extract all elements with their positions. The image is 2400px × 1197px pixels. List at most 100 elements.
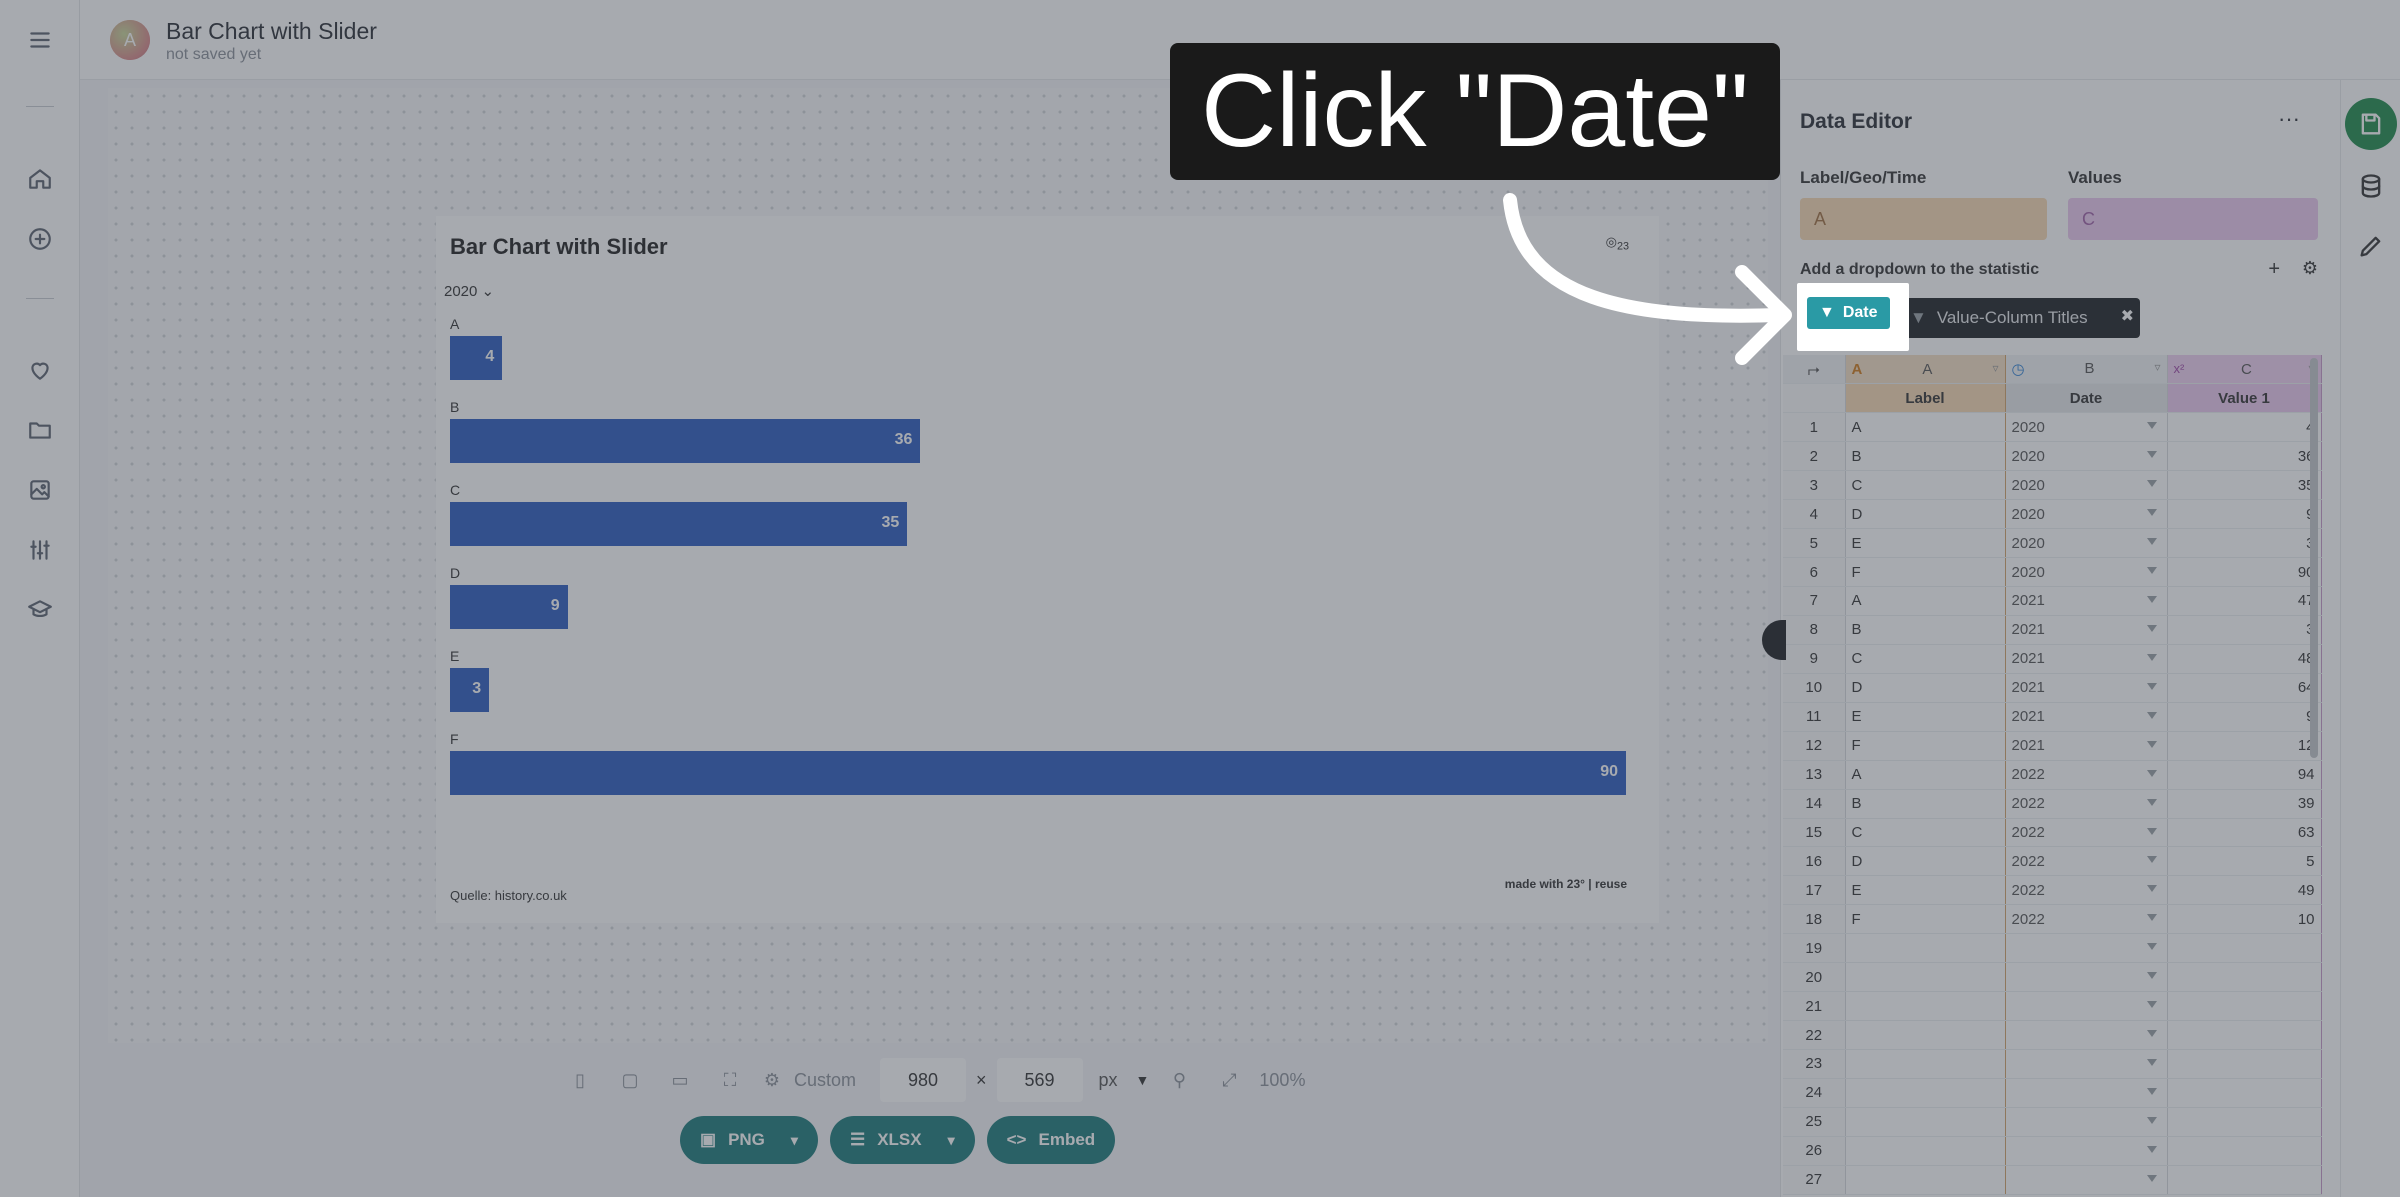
label-cell[interactable]: A: [1845, 760, 2006, 790]
value-cell[interactable]: 64: [2167, 673, 2322, 703]
database-icon[interactable]: [2355, 170, 2387, 202]
date-cell[interactable]: [2005, 933, 2168, 964]
value-cell[interactable]: 94: [2167, 760, 2322, 790]
value-cell[interactable]: 39: [2167, 789, 2322, 819]
value-cell[interactable]: [2167, 1020, 2322, 1050]
folder-icon[interactable]: [24, 414, 56, 446]
column-c-header[interactable]: x²C▿: [2167, 355, 2322, 385]
dropdown-arrow-icon[interactable]: [2146, 1030, 2157, 1038]
date-cell[interactable]: [2005, 1107, 2168, 1137]
document-title[interactable]: Bar Chart with Slider: [166, 18, 377, 45]
dropdown-arrow-icon[interactable]: [2146, 596, 2157, 603]
value-cell[interactable]: 63: [2167, 818, 2322, 848]
value-cell[interactable]: 47: [2167, 586, 2322, 616]
year-dropdown[interactable]: 2020 ⌄: [444, 282, 494, 300]
value-cell[interactable]: 9: [2167, 702, 2322, 732]
value-cell[interactable]: [2167, 1165, 2322, 1195]
export-png-button[interactable]: ▣ PNG ▾: [680, 1116, 818, 1164]
date-cell[interactable]: [2005, 1136, 2168, 1166]
dropdown-arrow-icon[interactable]: [2146, 914, 2157, 922]
date-cell[interactable]: 2022: [2005, 904, 2168, 935]
dropdown-arrow-icon[interactable]: [2146, 972, 2157, 980]
pencil-icon[interactable]: [2355, 230, 2387, 262]
size-preset[interactable]: Custom: [794, 1070, 856, 1091]
dropdown-arrow-icon[interactable]: [2146, 451, 2157, 459]
phone-size-icon[interactable]: ▯: [560, 1060, 600, 1100]
column-a-header[interactable]: A A ▿: [1845, 355, 2006, 385]
label-cell[interactable]: C: [1845, 818, 2006, 848]
unit-select[interactable]: px: [1099, 1070, 1118, 1091]
value-cell[interactable]: 5: [2167, 846, 2322, 877]
home-icon[interactable]: [24, 163, 56, 195]
dropdown-arrow-icon[interactable]: [2146, 711, 2157, 719]
label-cell[interactable]: [1845, 991, 2006, 1022]
value-cell[interactable]: 49: [2167, 875, 2322, 906]
date-cell[interactable]: 2020: [2005, 470, 2168, 501]
date-cell[interactable]: 2020: [2005, 528, 2168, 559]
chevron-down-icon[interactable]: ▾: [791, 1132, 798, 1149]
dropdown-arrow-icon[interactable]: [2146, 1087, 2157, 1095]
caret-down-icon[interactable]: ▼: [1136, 1072, 1150, 1088]
remove-chip-icon[interactable]: ✖: [2121, 306, 2134, 326]
embed-button[interactable]: <> Embed: [986, 1116, 1116, 1164]
sliders-icon[interactable]: [24, 534, 56, 566]
dropdown-arrow-icon[interactable]: [2146, 1001, 2157, 1009]
made-with-credit[interactable]: made with 23° | reuse: [1505, 877, 1627, 891]
label-cell[interactable]: E: [1845, 702, 2006, 732]
value-cell[interactable]: 35: [2167, 470, 2322, 501]
values-column-field[interactable]: C: [2068, 198, 2318, 240]
dropdown-arrow-icon[interactable]: [2146, 1059, 2157, 1066]
label-cell[interactable]: [1845, 933, 2006, 964]
date-cell[interactable]: [2005, 1078, 2168, 1108]
dropdown-arrow-icon[interactable]: [2146, 769, 2157, 777]
date-cell[interactable]: 2020: [2005, 499, 2168, 530]
label-cell[interactable]: [1845, 1078, 2006, 1108]
value-cell[interactable]: 48: [2167, 644, 2322, 674]
label-cell[interactable]: C: [1845, 470, 2006, 501]
zoom-icon[interactable]: ⤢: [1209, 1060, 1249, 1100]
dropdown-arrow-icon[interactable]: [2146, 509, 2157, 517]
date-cell[interactable]: 2021: [2005, 586, 2168, 616]
column-b-header[interactable]: ◷ B ▿: [2005, 355, 2168, 385]
label-cell[interactable]: D: [1845, 673, 2006, 703]
date-cell[interactable]: 2020: [2005, 441, 2168, 472]
filter-icon[interactable]: ▿: [2154, 360, 2160, 374]
label-cell[interactable]: F: [1845, 731, 2006, 761]
image-icon[interactable]: [24, 474, 56, 506]
label-cell[interactable]: B: [1845, 789, 2006, 819]
value-cell[interactable]: [2167, 1107, 2322, 1137]
date-cell[interactable]: 2022: [2005, 818, 2168, 848]
dropdown-arrow-icon[interactable]: [2146, 653, 2157, 661]
label-cell[interactable]: D: [1845, 846, 2006, 877]
date-cell[interactable]: 2021: [2005, 615, 2168, 645]
date-cell[interactable]: [2005, 991, 2168, 1022]
graduation-cap-icon[interactable]: [24, 594, 56, 626]
date-cell[interactable]: [2005, 1020, 2168, 1050]
label-cell[interactable]: C: [1845, 644, 2006, 674]
bar[interactable]: 90: [450, 751, 1626, 795]
label-column-field[interactable]: A: [1800, 198, 2047, 240]
date-cell[interactable]: [2005, 962, 2168, 993]
value-cell[interactable]: 4: [2167, 412, 2322, 443]
dropdown-arrow-icon[interactable]: [2146, 538, 2157, 546]
dropdown-arrow-icon[interactable]: [2146, 885, 2157, 893]
date-cell[interactable]: 2021: [2005, 644, 2168, 674]
laptop-size-icon[interactable]: ▭: [660, 1060, 700, 1100]
table-scrollbar[interactable]: [2310, 358, 2318, 758]
value-cell[interactable]: 12: [2167, 731, 2322, 761]
label-cell[interactable]: [1845, 1049, 2006, 1079]
dropdown-arrow-icon[interactable]: [2146, 827, 2157, 835]
chevron-down-icon[interactable]: ▾: [948, 1132, 955, 1149]
value-cell[interactable]: [2167, 1049, 2322, 1079]
label-cell[interactable]: [1845, 1107, 2006, 1137]
gear-icon[interactable]: ⚙: [2302, 258, 2318, 279]
date-cell[interactable]: 2022: [2005, 760, 2168, 790]
label-cell[interactable]: E: [1845, 528, 2006, 559]
dropdown-arrow-icon[interactable]: [2146, 422, 2157, 430]
width-input[interactable]: 980: [880, 1058, 967, 1102]
date-cell[interactable]: 2022: [2005, 846, 2168, 877]
dropdown-arrow-icon[interactable]: [2146, 1116, 2157, 1124]
date-header-cell[interactable]: Date: [2005, 383, 2168, 414]
date-cell[interactable]: 2021: [2005, 731, 2168, 761]
label-cell[interactable]: F: [1845, 557, 2006, 587]
